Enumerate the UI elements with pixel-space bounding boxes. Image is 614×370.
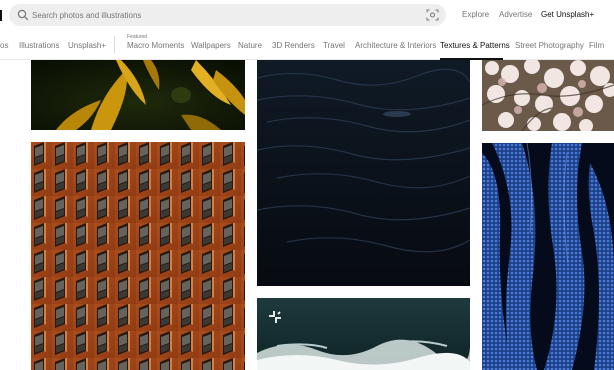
visual-search-icon[interactable] <box>426 9 439 21</box>
advertise-link[interactable]: Advertise <box>499 10 532 19</box>
photo-ocean-wave[interactable] <box>257 298 470 370</box>
topic-travel[interactable]: Travel <box>323 41 345 50</box>
photo-cherry-blossom[interactable] <box>482 60 614 131</box>
search-icon[interactable] <box>17 9 29 21</box>
topic-macro-moments[interactable]: Macro Moments <box>127 41 184 50</box>
topic-unsplash-plus[interactable]: Unsplash+ <box>68 41 106 50</box>
explore-link[interactable]: Explore <box>462 10 489 19</box>
topic-photos[interactable]: os <box>0 41 8 50</box>
photo-red-brick-building[interactable] <box>31 142 245 370</box>
search-bar <box>9 4 446 26</box>
photo-yellow-flower[interactable] <box>31 60 245 130</box>
search-input[interactable] <box>32 4 412 26</box>
photo-dark-water[interactable] <box>257 60 470 286</box>
topic-wallpapers[interactable]: Wallpapers <box>191 41 231 50</box>
topic-nav: os Illustrations Unsplash+ Featured Macr… <box>0 30 614 60</box>
topic-architecture-interiors[interactable]: Architecture & Interiors <box>355 41 436 50</box>
topic-street-photography[interactable]: Street Photography <box>515 41 584 50</box>
topic-nature[interactable]: Nature <box>238 41 262 50</box>
topic-3d-renders[interactable]: 3D Renders <box>272 41 315 50</box>
topic-illustrations[interactable]: Illustrations <box>19 41 59 50</box>
unsplash-logo[interactable] <box>0 10 2 21</box>
topic-film[interactable]: Film <box>589 41 604 50</box>
brand-logo-icon <box>269 311 281 323</box>
featured-label: Featured <box>127 34 148 40</box>
photo-blue-chainmail[interactable] <box>482 143 614 370</box>
nav-divider <box>114 36 115 53</box>
topic-textures-patterns[interactable]: Textures & Patterns <box>440 41 510 50</box>
top-header: Explore Advertise Get Unsplash+ <box>0 0 614 30</box>
get-unsplash-plus-link[interactable]: Get Unsplash+ <box>541 10 594 19</box>
